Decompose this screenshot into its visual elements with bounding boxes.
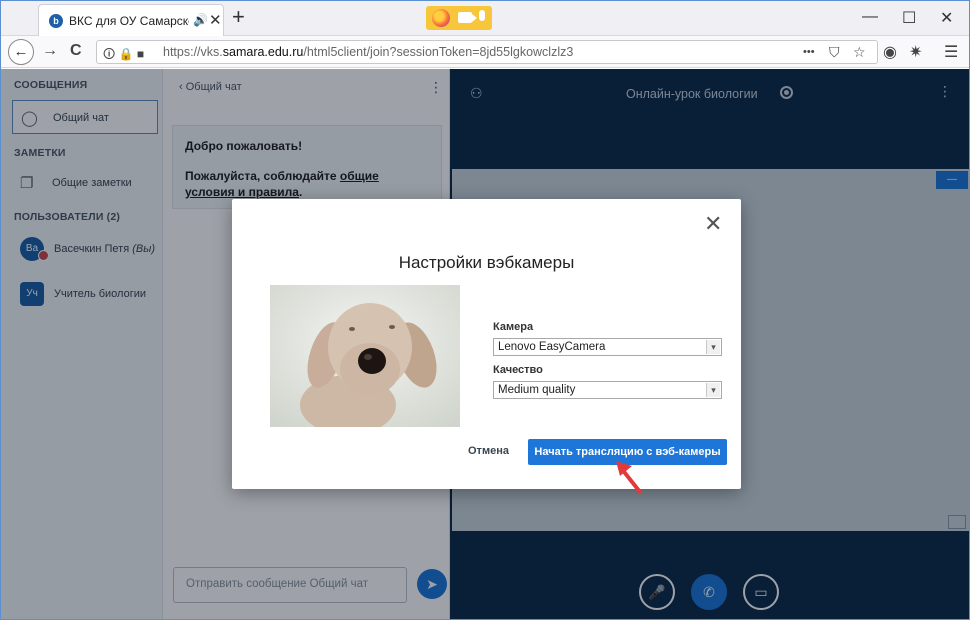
- address-bar[interactable]: 🛈 🔒 ■ https://vks.samara.edu.ru/html5cli…: [96, 40, 878, 64]
- extensions-icon[interactable]: ✷: [909, 42, 922, 62]
- page-actions-icon[interactable]: •••: [803, 46, 815, 58]
- quality-select-value: Medium quality: [498, 384, 576, 396]
- site-favicon-icon: b: [49, 14, 63, 28]
- cancel-button[interactable]: Отмена: [468, 445, 509, 457]
- camera-label: Камера: [493, 321, 534, 333]
- window-maximize-button[interactable]: ☐: [902, 8, 916, 28]
- browser-tab[interactable]: b ВКС для ОУ Самарской об 🔊 ✕: [38, 4, 224, 36]
- camera-indicator-icon: [458, 12, 477, 23]
- quality-select[interactable]: Medium quality ▾: [493, 381, 722, 399]
- webcam-settings-modal: ✕ Настройки вэбкамеры Камера Lenovo Easy…: [232, 199, 741, 489]
- speaker-icon[interactable]: 🔊: [193, 13, 208, 27]
- back-button[interactable]: ←: [8, 39, 34, 65]
- tab-title: ВКС для ОУ Самарской об: [69, 14, 189, 28]
- url-text[interactable]: https://vks.samara.edu.ru/html5client/jo…: [163, 45, 573, 59]
- window-minimize-button[interactable]: —: [862, 8, 878, 26]
- camera-select-value: Lenovo EasyCamera: [498, 341, 606, 353]
- browser-navbar: ← → C 🛈 🔒 ■ https://vks.samara.edu.ru/ht…: [0, 36, 970, 68]
- pocket-icon[interactable]: ⛉: [829, 44, 840, 61]
- camera-select[interactable]: Lenovo EasyCamera ▾: [493, 338, 722, 356]
- bookmark-star-icon[interactable]: ☆: [853, 44, 866, 61]
- webcam-preview-image: [270, 285, 460, 427]
- microphone-indicator-icon: [479, 10, 485, 21]
- media-sharing-indicator[interactable]: [426, 6, 492, 30]
- modal-close-button[interactable]: ✕: [704, 213, 722, 235]
- webcam-preview: [270, 285, 460, 427]
- site-permissions-icon[interactable]: 🛈 🔒 ■: [103, 45, 144, 66]
- forward-button[interactable]: →: [42, 42, 58, 60]
- firefox-logo-icon: [432, 9, 450, 27]
- chevron-down-icon: ▾: [706, 383, 720, 397]
- window-close-button[interactable]: ✕: [940, 8, 953, 28]
- hamburger-menu-icon[interactable]: ☰: [944, 42, 958, 62]
- account-icon[interactable]: ◉: [883, 42, 897, 62]
- quality-label: Качество: [493, 364, 543, 376]
- reload-button[interactable]: C: [70, 42, 82, 60]
- tab-close-button[interactable]: ✕: [209, 11, 222, 29]
- chevron-down-icon: ▾: [706, 340, 720, 354]
- browser-titlebar: b ВКС для ОУ Самарской об 🔊 ✕ + — ☐ ✕: [0, 0, 970, 36]
- pointer-arrow-icon: [616, 461, 642, 494]
- modal-title: Настройки вэбкамеры: [398, 253, 575, 272]
- new-tab-button[interactable]: +: [232, 6, 245, 28]
